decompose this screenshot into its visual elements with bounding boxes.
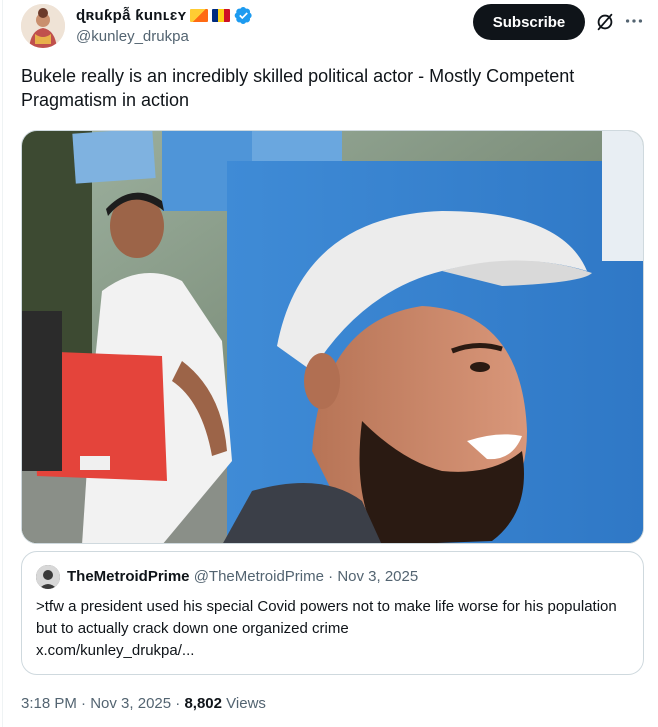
quoted-separator: · <box>328 568 334 585</box>
photo-illustration <box>22 131 643 543</box>
tweet-photo[interactable] <box>21 130 644 544</box>
author-handle[interactable]: @kunley_drukpa <box>76 28 189 45</box>
tweet-text: Bukele really is an incredibly skilled p… <box>21 66 575 110</box>
quoted-link[interactable]: x.com/kunley_drukpa/... <box>36 642 194 659</box>
author-display-name[interactable]: ɖʀuƙpẫ ƙunʟɛʏ <box>76 7 186 24</box>
quoted-text: >tfw a president used his special Covid … <box>36 598 617 637</box>
tweet-footer: 3:18 PM · Nov 3, 2025 · 8,802 Views <box>21 695 266 712</box>
quoted-author-avatar[interactable] <box>36 565 60 589</box>
views-count: 8,802 <box>184 695 222 712</box>
author-name-row: ɖʀuƙpẫ ƙunʟɛʏ <box>76 6 253 25</box>
romania-flag-icon <box>212 9 231 22</box>
footer-separator-2: · <box>175 695 181 712</box>
left-divider <box>2 0 3 727</box>
quoted-header: TheMetroidPrime @TheMetroidPrime · Nov 3… <box>67 568 418 585</box>
more-options-icon[interactable] <box>623 10 645 32</box>
quoted-tweet[interactable]: TheMetroidPrime @TheMetroidPrime · Nov 3… <box>21 551 644 675</box>
author-avatar[interactable] <box>21 4 65 48</box>
quoted-date[interactable]: Nov 3, 2025 <box>337 568 418 585</box>
grok-icon[interactable] <box>594 11 616 33</box>
quoted-text-block: >tfw a president used his special Covid … <box>36 596 631 662</box>
bhutan-flag-icon <box>190 9 209 22</box>
post-time[interactable]: 3:18 PM <box>21 695 77 712</box>
views-label: Views <box>226 695 266 712</box>
verified-badge-icon[interactable] <box>234 6 253 25</box>
subscribe-button[interactable]: Subscribe <box>473 4 585 40</box>
post-date[interactable]: Nov 3, 2025 <box>90 695 171 712</box>
footer-separator: · <box>81 695 87 712</box>
quoted-author-handle: @TheMetroidPrime <box>193 568 324 585</box>
quoted-author-name[interactable]: TheMetroidPrime <box>67 568 190 585</box>
tweet-card: ɖʀuƙpẫ ƙunʟɛʏ @kunley_drukpa Subscribe B… <box>0 0 658 727</box>
